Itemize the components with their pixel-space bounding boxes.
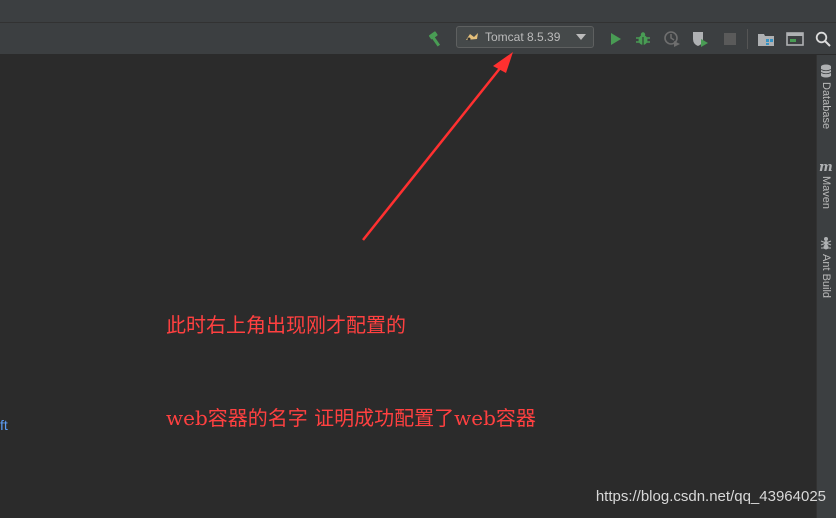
annotation-text: 此时右上角出现刚才配置的 web容器的名字 证明成功配置了web容器 — [166, 248, 536, 465]
annotation-line-2: web容器的名字 证明成功配置了web容器 — [166, 406, 536, 430]
watermark: https://blog.csdn.net/qq_43964025 — [595, 488, 826, 505]
annotation-line-1: 此时右上角出现刚才配置的 — [166, 313, 406, 337]
